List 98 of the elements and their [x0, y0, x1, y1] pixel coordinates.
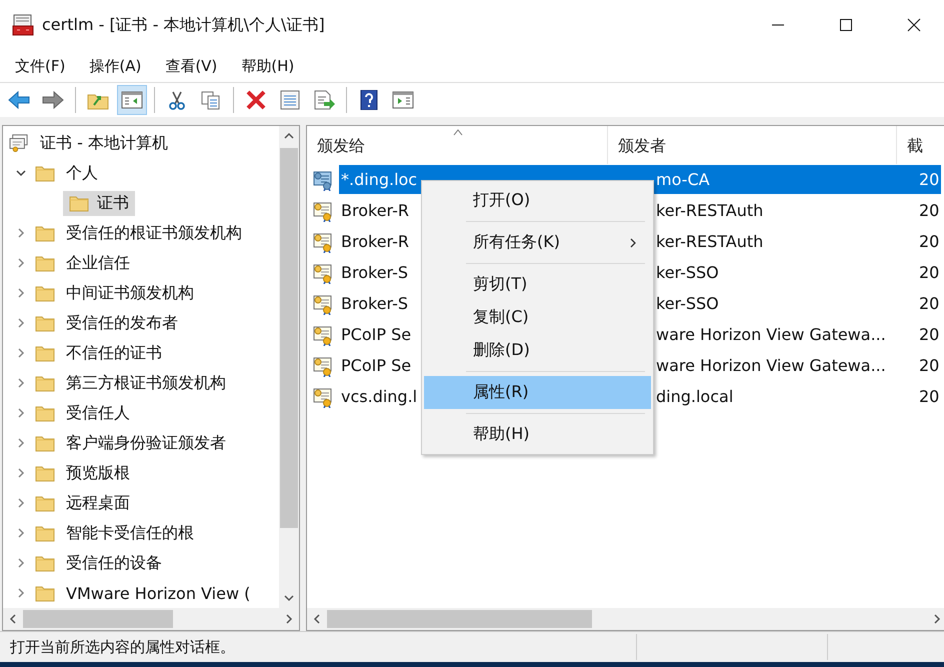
folder-icon	[35, 524, 55, 542]
context-menu-item[interactable]: 删除(D)	[424, 334, 651, 367]
close-icon[interactable]	[906, 17, 922, 33]
tree-item[interactable]: 智能卡受信任的根	[63, 520, 197, 546]
tree-item[interactable]: 受信任人	[63, 400, 133, 426]
context-menu-item[interactable]: 帮助(H)	[424, 418, 651, 451]
menu-item[interactable]: 查看(V)	[156, 52, 226, 80]
menu-item-label: 所有任务(K)	[473, 232, 560, 253]
horizontal-scrollbar[interactable]	[3, 608, 299, 630]
certificate-icon	[312, 262, 334, 284]
app-icon	[12, 14, 34, 36]
certificate-icon	[312, 324, 334, 346]
table-cell[interactable]: 20	[917, 382, 941, 411]
folder-icon	[35, 344, 55, 362]
menu-item[interactable]: 操作(A)	[80, 52, 150, 80]
table-cell[interactable]: 20	[917, 320, 941, 349]
tree-item[interactable]: VMware Horizon View (	[63, 582, 254, 604]
context-menu-item[interactable]: 打开(O)	[424, 184, 651, 217]
table-cell[interactable]: 20	[917, 351, 941, 380]
folder-icon	[35, 464, 55, 482]
table-cell[interactable]: Broker-R	[339, 227, 421, 256]
certificate-icon	[312, 386, 334, 408]
status-text: 打开当前所选内容的属性对话框。	[9, 638, 236, 656]
tree-item[interactable]: 个人	[63, 160, 101, 186]
tree-item[interactable]: 受信任的设备	[63, 550, 165, 576]
table-cell[interactable]: 20	[917, 258, 941, 287]
folder-icon	[35, 314, 55, 332]
tree-item[interactable]: 第三方根证书颁发机构	[63, 370, 229, 396]
table-cell[interactable]: ker-RESTAuth	[654, 196, 917, 225]
folder-icon	[35, 434, 55, 452]
menu-item[interactable]: 文件(F)	[6, 52, 74, 80]
tree-item[interactable]: 企业信任	[63, 250, 133, 276]
table-cell[interactable]: 20	[917, 196, 941, 225]
menu-item[interactable]: 帮助(H)	[232, 52, 304, 80]
table-cell[interactable]: ware Horizon View Gatewa...	[654, 351, 917, 380]
scrollbar-thumb[interactable]	[280, 148, 298, 528]
vertical-scrollbar[interactable]	[279, 126, 299, 608]
tree-item[interactable]: 不信任的证书	[63, 340, 165, 366]
tree-item[interactable]: 客户端身份验证颁发者	[63, 430, 229, 456]
table-cell[interactable]: 20	[917, 289, 941, 318]
context-menu-item[interactable]: 所有任务(K)	[424, 226, 651, 259]
console-tree-icon[interactable]	[117, 85, 147, 115]
computer-certificate-icon	[9, 134, 29, 152]
folder-icon	[35, 374, 55, 392]
menu-item-label: 复制(C)	[473, 307, 529, 328]
certificate-icon	[312, 168, 334, 190]
folder-icon	[35, 254, 55, 272]
scrollbar-thumb[interactable]	[327, 610, 592, 628]
table-cell[interactable]: ding.local	[654, 382, 917, 411]
folder-icon	[35, 224, 55, 242]
tree-item[interactable]: 远程桌面	[63, 490, 133, 516]
folder-icon	[35, 404, 55, 422]
tree-item[interactable]: 受信任的根证书颁发机构	[63, 220, 245, 246]
folder-icon	[35, 584, 55, 602]
context-menu-item[interactable]: 剪切(T)	[424, 268, 651, 301]
tree-item[interactable]: 中间证书颁发机构	[63, 280, 197, 306]
table-cell[interactable]: ker-SSO	[654, 289, 917, 318]
scrollbar-thumb[interactable]	[23, 610, 173, 628]
table-cell[interactable]: ware Horizon View Gatewa...	[654, 320, 917, 349]
folder-icon	[35, 284, 55, 302]
menu-item-label: 帮助(H)	[473, 424, 530, 445]
certificate-icon	[312, 354, 334, 376]
context-menu-item[interactable]: 复制(C)	[424, 301, 651, 334]
folder-icon	[35, 164, 55, 182]
certificate-icon	[312, 200, 334, 222]
certificate-icon	[312, 292, 334, 314]
tree-item[interactable]: 证书	[63, 190, 135, 216]
tree-item[interactable]: 受信任的发布者	[63, 310, 181, 336]
table-cell[interactable]: PCoIP Se	[339, 320, 421, 349]
table-cell[interactable]: ker-RESTAuth	[654, 227, 917, 256]
folder-icon	[35, 554, 55, 572]
menu-item-label: 剪切(T)	[473, 274, 528, 295]
column-header[interactable]: 颁发给	[307, 126, 608, 164]
table-cell[interactable]: PCoIP Se	[339, 351, 421, 380]
table-cell[interactable]: 20	[917, 165, 941, 194]
column-header[interactable]: 截	[897, 126, 944, 164]
maximize-icon[interactable]	[838, 17, 854, 33]
table-cell[interactable]: *.ding.loc	[339, 165, 421, 194]
tree-item[interactable]: 证书 - 本地计算机	[37, 130, 171, 156]
table-cell[interactable]: Broker-S	[339, 289, 421, 318]
folder-icon	[35, 494, 55, 512]
table-cell[interactable]: vcs.ding.l	[339, 382, 421, 411]
certificate-icon	[312, 230, 334, 252]
context-menu-item[interactable]: 属性(R)	[424, 376, 651, 409]
table-cell[interactable]: mo-CA	[654, 165, 917, 194]
column-header[interactable]: 颁发者	[608, 126, 897, 164]
menu-item-label: 删除(D)	[473, 340, 530, 361]
tree-item[interactable]: 预览版根	[63, 460, 133, 486]
menu-item-label: 打开(O)	[473, 190, 530, 211]
horizontal-scrollbar[interactable]	[307, 608, 944, 630]
menu-item-label: 属性(R)	[473, 382, 529, 403]
folder-icon	[69, 194, 89, 212]
table-cell[interactable]: 20	[917, 227, 941, 256]
window-title: certlm - [证书 - 本地计算机\个人\证书]	[42, 14, 326, 36]
table-cell[interactable]: ker-SSO	[654, 258, 917, 287]
table-cell[interactable]: Broker-R	[339, 196, 421, 225]
table-cell[interactable]: Broker-S	[339, 258, 421, 287]
tree-item-label: 证书	[97, 192, 129, 214]
